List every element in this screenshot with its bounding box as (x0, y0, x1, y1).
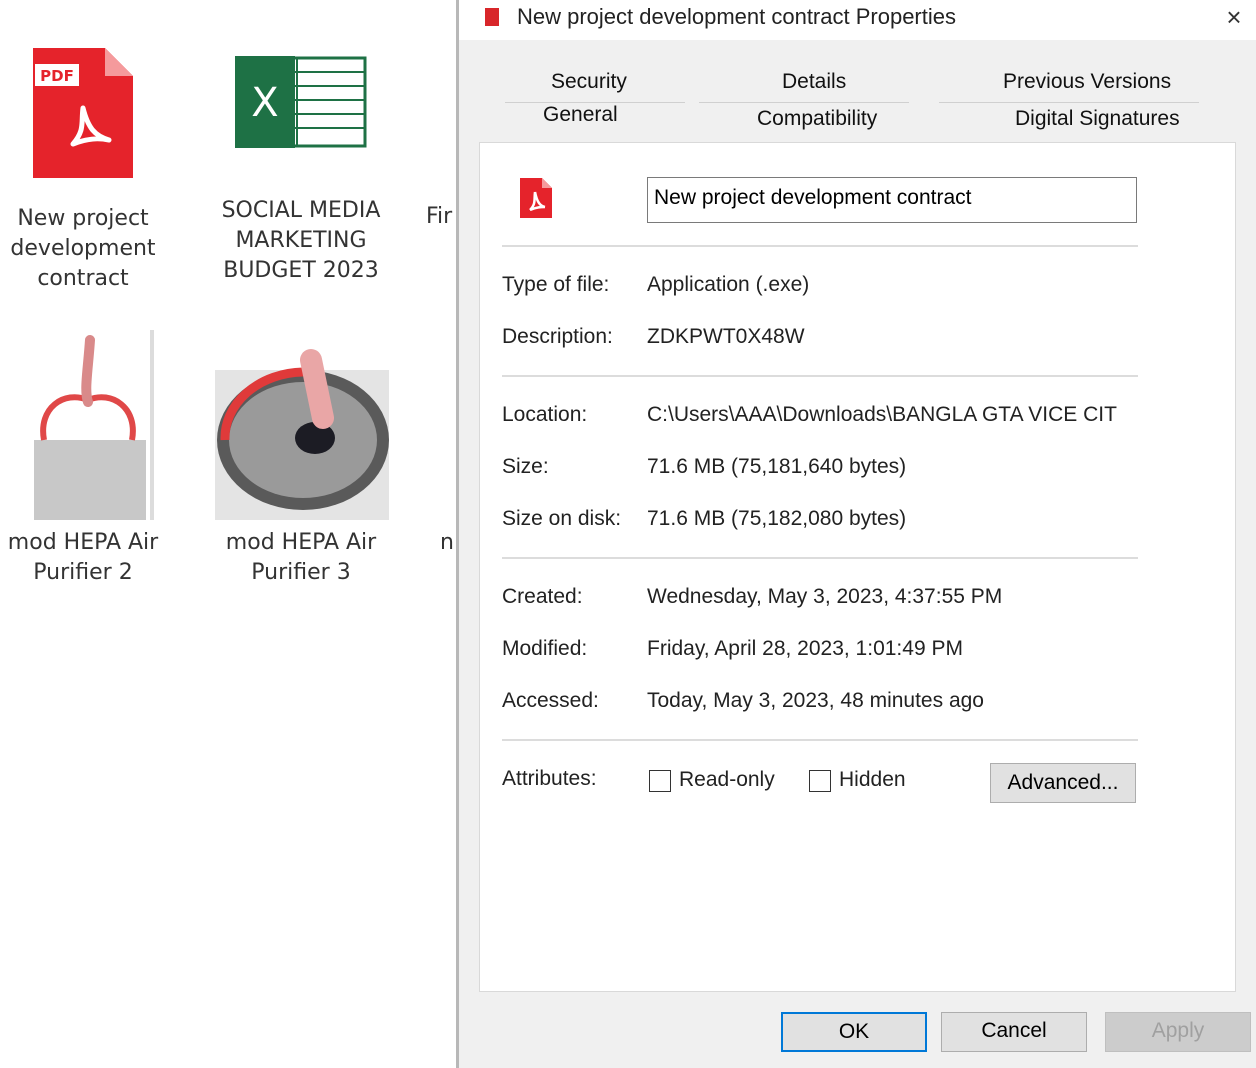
ok-button[interactable]: OK (781, 1012, 927, 1052)
section-divider (502, 557, 1138, 559)
tab-compatibility[interactable]: Compatibility (757, 107, 877, 131)
air-purifier-thumbnail (34, 330, 154, 520)
description-label: Description: (502, 325, 613, 348)
excel-icon: X (235, 56, 367, 148)
dialog-title: New project development contract Propert… (517, 4, 956, 29)
desktop-item-label-line: Fir (426, 204, 453, 229)
size-on-disk-label: Size on disk: (502, 507, 622, 530)
read-only-label[interactable]: Read-only (679, 768, 775, 792)
general-tab-panel: New project development contract Type of… (479, 142, 1236, 992)
section-divider (502, 375, 1138, 377)
desktop-item-social-media-budget[interactable]: X SOCIAL MEDIA MARKETING BUDGET 2023 (206, 40, 396, 286)
cancel-button[interactable]: Cancel (941, 1012, 1087, 1052)
tab-row-divider (699, 102, 909, 103)
attributes-label: Attributes: (502, 767, 597, 790)
hidden-checkbox[interactable] (809, 770, 831, 792)
location-label: Location: (502, 403, 588, 426)
section-divider (502, 739, 1138, 741)
desktop-item-label-line: Purifier 3 (251, 560, 351, 585)
pdf-icon (485, 8, 499, 26)
read-only-checkbox[interactable] (649, 770, 671, 792)
created-label: Created: (502, 585, 583, 608)
desktop-item-label-line: mod HEPA Air (7, 530, 159, 555)
desktop-item-label-line: contract (37, 266, 129, 291)
properties-dialog: New project development contract Propert… (456, 0, 1256, 1068)
type-of-file-value: Application (.exe) (647, 273, 810, 296)
desktop-item-label-line: MARKETING (235, 228, 367, 253)
pdf-file-icon (520, 178, 552, 218)
file-explorer-view: PDF New project development contract X S… (0, 0, 458, 1068)
accessed-label: Accessed: (502, 689, 599, 712)
desktop-item-label-line: development (10, 236, 156, 261)
section-divider (502, 245, 1138, 247)
dialog-title-bar[interactable]: New project development contract Propert… (459, 0, 1256, 40)
desktop-item-label-line: mod HEPA Air (225, 530, 377, 555)
desktop-item-label-line: Purifier 2 (33, 560, 133, 585)
desktop-item-air-purifier-2[interactable]: mod HEPA Air Purifier 2 (0, 330, 178, 588)
size-label: Size: (502, 455, 549, 478)
tab-row-divider (939, 102, 1199, 103)
pdf-badge-text: PDF (40, 67, 74, 85)
desktop-item-label-line: BUDGET 2023 (223, 258, 379, 283)
close-button[interactable]: × (1219, 2, 1249, 32)
desktop-item-new-project-contract[interactable]: PDF New project development contract (0, 40, 178, 294)
created-value: Wednesday, May 3, 2023, 4:37:55 PM (647, 585, 1003, 608)
type-of-file-label: Type of file: (502, 273, 610, 296)
air-purifier-thumbnail (215, 349, 389, 520)
apply-button[interactable]: Apply (1105, 1012, 1251, 1052)
description-value: ZDKPWT0X48W (647, 325, 805, 348)
tab-digital-signatures[interactable]: Digital Signatures (1015, 107, 1180, 131)
location-value: C:\Users\AAA\Downloads\BANGLA GTA VICE C… (647, 403, 1117, 426)
pdf-icon: PDF (33, 48, 133, 178)
tab-security[interactable]: Security (551, 70, 627, 94)
desktop-item-air-purifier-3[interactable]: mod HEPA Air Purifier 3 (206, 330, 396, 588)
tab-details[interactable]: Details (782, 70, 846, 94)
accessed-value: Today, May 3, 2023, 48 minutes ago (647, 689, 984, 712)
file-name-input[interactable]: New project development contract (647, 177, 1137, 223)
modified-value: Friday, April 28, 2023, 1:01:49 PM (647, 637, 963, 660)
desktop-item-label-line: n (440, 530, 454, 555)
desktop-item-label-line: New project (17, 206, 149, 231)
tab-strip: Security Details Previous Versions Gener… (459, 40, 1256, 140)
size-value: 71.6 MB (75,181,640 bytes) (647, 455, 907, 478)
size-on-disk-value: 71.6 MB (75,182,080 bytes) (647, 507, 907, 530)
tab-general[interactable]: General (543, 103, 618, 127)
hidden-label[interactable]: Hidden (839, 768, 906, 792)
tab-previous-versions[interactable]: Previous Versions (1003, 70, 1171, 94)
advanced-button[interactable]: Advanced... (990, 763, 1136, 803)
desktop-item-partial[interactable]: Fir (426, 202, 458, 232)
modified-label: Modified: (502, 637, 588, 660)
excel-badge-text: X (251, 80, 278, 126)
desktop-item-label-line: SOCIAL MEDIA (221, 198, 381, 223)
